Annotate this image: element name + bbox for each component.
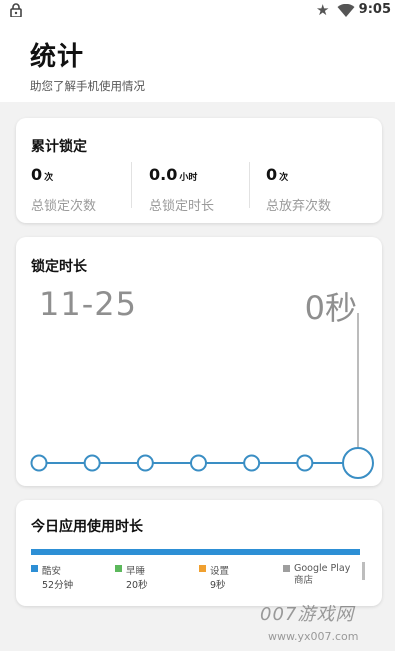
- stat-label: 总锁定次数: [31, 199, 97, 214]
- stat-unit: 小时: [179, 173, 198, 183]
- status-time: 9:05: [358, 2, 391, 17]
- scrollbar[interactable]: [362, 562, 365, 580]
- watermark-url: www.yx007.com: [268, 630, 359, 643]
- lock-timeline[interactable]: [16, 237, 382, 486]
- app-color-swatch: [115, 565, 122, 572]
- app-color-swatch: [199, 565, 206, 572]
- stat-value: 0: [266, 165, 278, 184]
- stat-give-up-count: 0次 总放弃次数: [266, 165, 376, 215]
- stat-label: 总放弃次数: [266, 199, 332, 214]
- page-header: 统计 助您了解手机使用情况: [0, 22, 395, 102]
- stat-lock-duration: 0.0 小时 总锁定时长: [149, 165, 259, 215]
- page-subtitle: 助您了解手机使用情况: [30, 79, 145, 93]
- status-bar: ★ 9:05: [0, 0, 395, 22]
- timeline-point[interactable]: [296, 454, 314, 472]
- page-title: 统计: [30, 42, 85, 72]
- app-time: 52分钟: [42, 580, 74, 591]
- stat-unit: 次: [44, 173, 54, 183]
- timeline-point-selected[interactable]: [342, 447, 374, 479]
- app-name: 设置: [210, 566, 230, 577]
- app-usage-title: 今日应用使用时长: [31, 519, 143, 535]
- watermark-logo: 007游戏网: [260, 604, 355, 625]
- timeline-point[interactable]: [243, 454, 261, 472]
- app-time: 9秒: [210, 580, 226, 591]
- app-time: 20秒: [126, 580, 148, 591]
- timeline-point[interactable]: [136, 454, 154, 472]
- lock-icon: [10, 3, 22, 17]
- timeline-point[interactable]: [190, 454, 207, 472]
- stat-label: 总锁定时长: [149, 199, 215, 214]
- stat-lock-count: 0次 总锁定次数: [31, 165, 141, 215]
- stat-value: 0: [31, 165, 43, 184]
- stat-divider: [131, 162, 132, 208]
- stat-unit: 次: [279, 173, 289, 183]
- star-icon: ★: [316, 1, 330, 19]
- timeline-point[interactable]: [83, 454, 101, 472]
- wifi-icon: [337, 4, 355, 17]
- timeline-point[interactable]: [30, 454, 48, 472]
- app-usage-card: 今日应用使用时长 酷安 52分钟 早睡 20秒 设置 9秒 Google Pla…: [16, 500, 382, 606]
- app-name: Google Play 商店: [294, 563, 351, 586]
- app-name: 酷安: [42, 566, 62, 577]
- lock-duration-card: 锁定时长 11-25 0秒: [16, 237, 382, 486]
- app-color-swatch: [31, 565, 38, 572]
- summary-title: 累计锁定: [31, 139, 87, 155]
- app-color-swatch: [283, 565, 290, 572]
- stat-divider: [249, 162, 250, 208]
- usage-bar: [31, 549, 360, 555]
- stat-value: 0.0: [149, 165, 178, 184]
- summary-card: 累计锁定 0次 总锁定次数 0.0 小时 总锁定时长 0次 总放弃次数: [16, 118, 382, 223]
- app-name: 早睡: [126, 566, 146, 577]
